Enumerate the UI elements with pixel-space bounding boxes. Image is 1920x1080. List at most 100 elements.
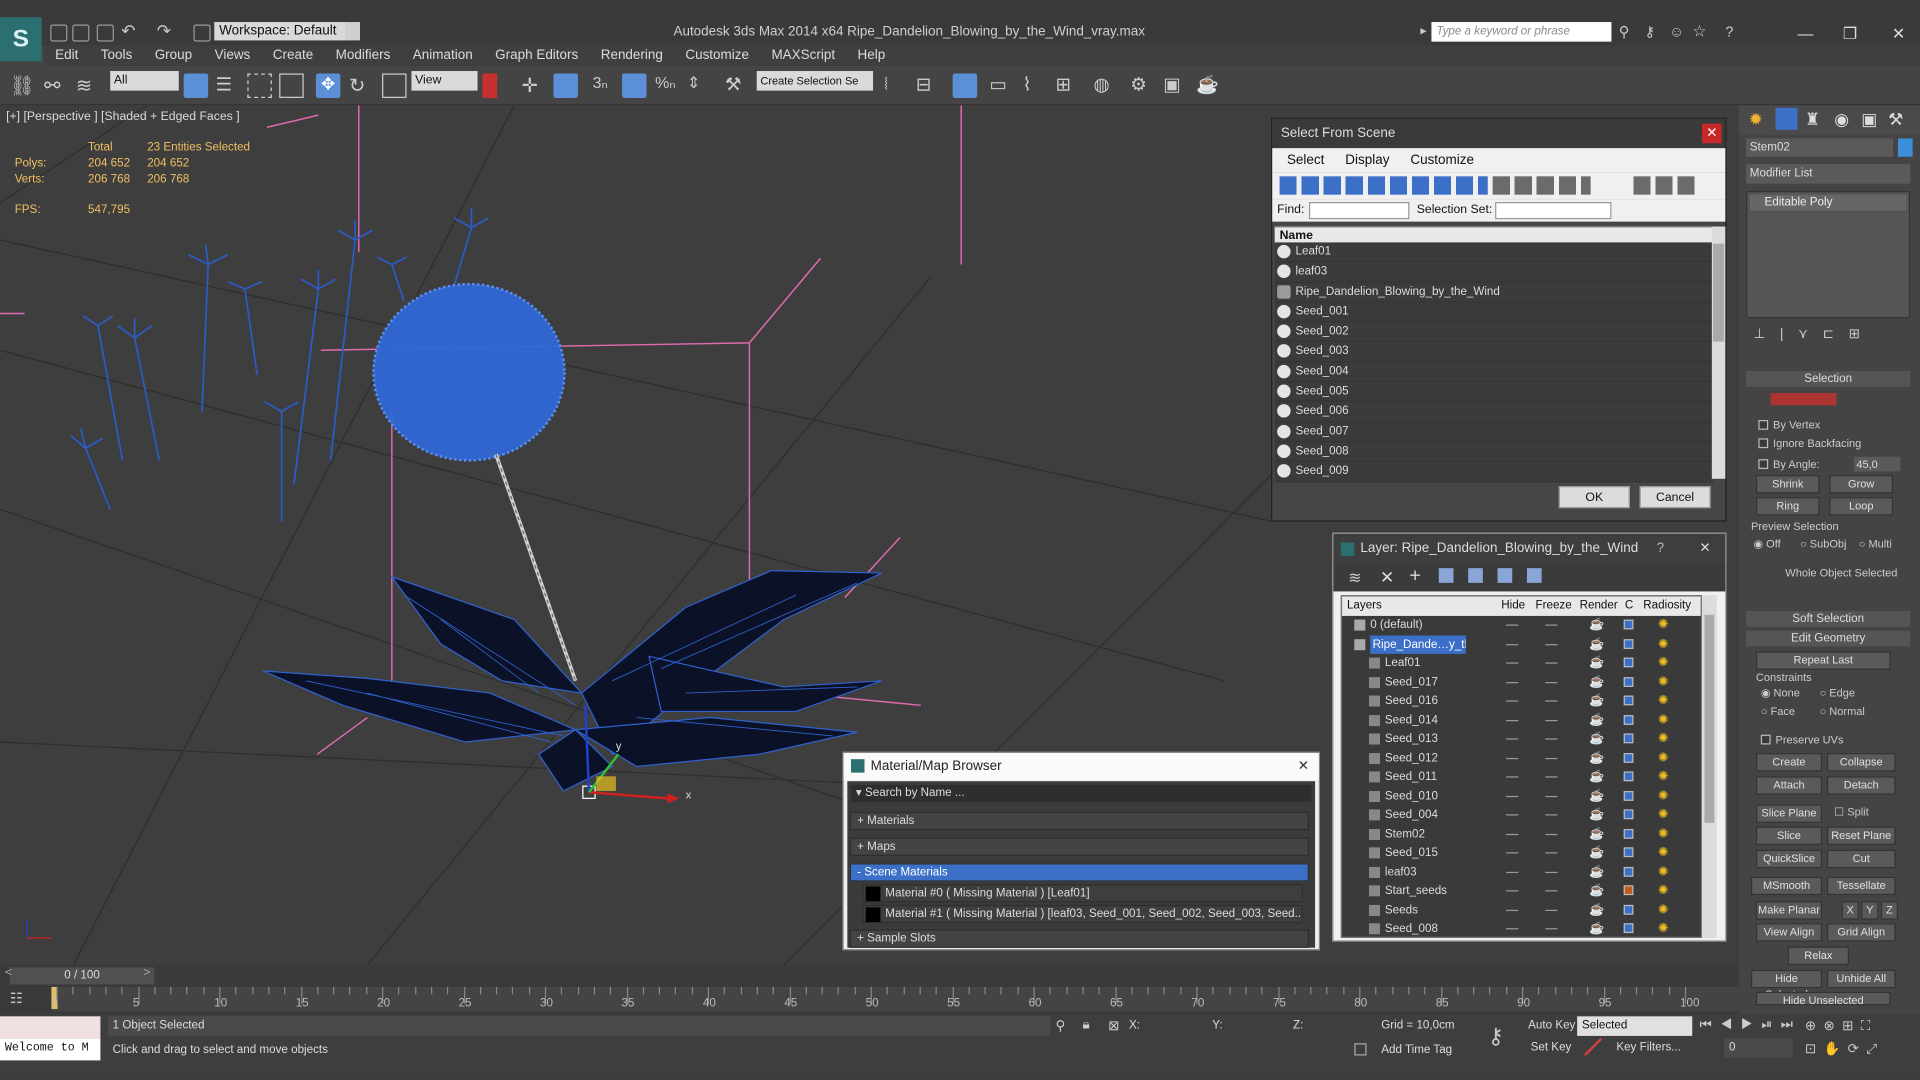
scene-object-row[interactable]: Seed_006: [1274, 402, 1714, 423]
layer-row[interactable]: Seed_004 ☕ ✺: [1342, 806, 1701, 825]
layer-color-swatch[interactable]: [1623, 619, 1634, 630]
subobject-level-icons[interactable]: [1770, 393, 1881, 406]
sfs-menu-select[interactable]: Select: [1287, 153, 1324, 168]
curve-editor-icon[interactable]: ⌇: [1022, 73, 1046, 97]
scene-object-row[interactable]: Seed_007: [1274, 422, 1714, 443]
restore-button[interactable]: ❐: [1843, 24, 1857, 44]
selection-lock-icon[interactable]: 🔒︎: [1082, 1018, 1089, 1034]
viewport-navigation-controls-2[interactable]: ⊡✋⟳⤢: [1805, 1041, 1885, 1058]
keyboard-shortcut-override-icon[interactable]: [553, 73, 578, 98]
render-teapot-icon[interactable]: ☕: [1589, 768, 1604, 786]
soft-selection-rollout-header[interactable]: Soft Selection: [1746, 611, 1911, 627]
render-teapot-icon[interactable]: ☕: [1589, 825, 1604, 843]
menu-tools[interactable]: Tools: [101, 45, 132, 66]
scene-object-row[interactable]: Seed_001: [1274, 302, 1714, 323]
render-teapot-icon[interactable]: ☕: [1589, 711, 1604, 729]
layer-toggle-dash[interactable]: [1545, 757, 1558, 759]
planar-y-button[interactable]: Y: [1861, 901, 1879, 920]
select-and-scale-icon[interactable]: [382, 73, 407, 98]
display-tab-icon[interactable]: ▣: [1861, 109, 1877, 130]
layer-toggle-dash[interactable]: [1506, 757, 1519, 759]
layer-toggle-dash[interactable]: [1545, 890, 1558, 892]
layer-color-swatch[interactable]: [1623, 638, 1634, 649]
redo-icon[interactable]: ↷: [157, 21, 171, 42]
time-tag-icon[interactable]: [1354, 1043, 1367, 1056]
menu-modifiers[interactable]: Modifiers: [336, 45, 391, 66]
color-column-header[interactable]: C: [1625, 596, 1633, 616]
binoculars-icon[interactable]: ⚲: [1619, 23, 1630, 40]
isolate-selection-icon[interactable]: ⚲: [1056, 1018, 1066, 1034]
hide-column-header[interactable]: Hide: [1501, 596, 1525, 616]
layer-toggle-dash[interactable]: [1545, 814, 1558, 816]
render-teapot-icon[interactable]: ☕: [1589, 654, 1604, 672]
layer-toggle-dash[interactable]: [1545, 776, 1558, 778]
motion-tab-icon[interactable]: ◉: [1834, 109, 1849, 130]
user-icon[interactable]: ☺: [1669, 23, 1684, 40]
msmooth-button[interactable]: MSmooth: [1751, 876, 1823, 896]
create-tab-icon[interactable]: ✹: [1749, 109, 1763, 130]
app-logo-icon[interactable]: S: [0, 17, 42, 62]
layer-row[interactable]: 0 (default) ☕ ✺: [1342, 616, 1701, 635]
layer-row[interactable]: Seed_011 ☕ ✺: [1342, 768, 1701, 787]
render-teapot-icon[interactable]: ☕: [1589, 673, 1604, 691]
layer-row[interactable]: Seed_010 ☕ ✺: [1342, 787, 1701, 806]
constraint-edge-radio[interactable]: ○ Edge: [1820, 687, 1855, 699]
view-align-button[interactable]: View Align: [1755, 923, 1823, 942]
slice-plane-button[interactable]: Slice Plane: [1755, 804, 1823, 823]
radiosity-sun-icon[interactable]: ✺: [1658, 844, 1668, 862]
layer-toggle-dash[interactable]: [1506, 719, 1519, 721]
group-maps[interactable]: + Maps: [849, 837, 1309, 856]
layer-row[interactable]: Leaf01 ☕ ✺: [1342, 654, 1701, 673]
render-teapot-icon[interactable]: ☕: [1589, 730, 1604, 748]
layer-toggle-dash[interactable]: [1506, 681, 1519, 683]
scene-object-row[interactable]: Seed_003: [1274, 342, 1714, 363]
radiosity-sun-icon[interactable]: ✺: [1658, 654, 1668, 672]
layer-color-swatch[interactable]: [1623, 866, 1634, 877]
key-icon[interactable]: ⚷: [1644, 23, 1655, 40]
highlight-layer-icon[interactable]: [1497, 568, 1513, 583]
menu-help[interactable]: Help: [858, 45, 886, 66]
layer-toggle-dash[interactable]: [1545, 852, 1558, 854]
search-arrow-icon[interactable]: ▸: [1420, 24, 1426, 37]
hide-unselected-button[interactable]: Hide Unselected: [1755, 991, 1891, 1006]
layer-toggle-dash[interactable]: [1545, 643, 1558, 645]
by-angle-spinner[interactable]: 45,0: [1853, 456, 1901, 472]
radiosity-sun-icon[interactable]: ✺: [1658, 787, 1668, 805]
favorites-star-icon[interactable]: ☆: [1692, 22, 1706, 42]
layer-color-swatch[interactable]: [1623, 923, 1634, 934]
set-key-button[interactable]: Set Key: [1526, 1038, 1580, 1058]
graphite-ribbon-icon[interactable]: ▭: [989, 73, 1013, 97]
sfs-menu-customize[interactable]: Customize: [1410, 153, 1474, 168]
render-teapot-icon[interactable]: ☕: [1589, 920, 1604, 937]
radiosity-sun-icon[interactable]: ✺: [1658, 730, 1668, 748]
hierarchy-tab-icon[interactable]: ♜: [1805, 109, 1820, 130]
render-teapot-icon[interactable]: ☕: [1589, 901, 1604, 919]
mirror-icon[interactable]: ⧙: [884, 73, 908, 97]
preserve-uvs-checkbox[interactable]: [1760, 734, 1771, 745]
edit-named-selection-icon[interactable]: ⚒: [725, 73, 749, 97]
hide-selected-button[interactable]: Hide Selected: [1751, 969, 1823, 1000]
layer-row[interactable]: Seed_017 ☕ ✺: [1342, 673, 1701, 692]
selection-rollout-header[interactable]: Selection: [1746, 371, 1911, 387]
key-filters-button[interactable]: Key Filters...: [1611, 1038, 1692, 1058]
layer-color-swatch[interactable]: [1623, 790, 1634, 801]
layer-help-icon[interactable]: ?: [1657, 534, 1665, 565]
cut-button[interactable]: Cut: [1826, 849, 1896, 869]
radiosity-sun-icon[interactable]: ✺: [1658, 806, 1668, 824]
layers-column-header[interactable]: Layers: [1347, 596, 1382, 616]
group-materials[interactable]: + Materials: [849, 811, 1309, 831]
link-icon[interactable]: ⛓: [10, 73, 35, 97]
spinner-snap-icon[interactable]: ⇕: [687, 73, 711, 97]
reset-plane-button[interactable]: Reset Plane: [1826, 826, 1896, 845]
scene-object-row[interactable]: Seed_002: [1274, 322, 1714, 343]
layer-toggle-dash[interactable]: [1545, 681, 1558, 683]
layer-scrollbar[interactable]: [1702, 595, 1717, 938]
key-mode-dropdown[interactable]: Selected: [1577, 1016, 1693, 1036]
layer-row[interactable]: Seed_008 ☕ ✺: [1342, 920, 1701, 937]
preview-off-radio[interactable]: ◉ Off: [1753, 538, 1780, 551]
percent-snap-icon[interactable]: %ₙ: [655, 73, 679, 97]
add-time-tag-button[interactable]: Add Time Tag: [1376, 1041, 1479, 1061]
render-teapot-icon[interactable]: ☕: [1589, 616, 1604, 634]
stack-item-editable-poly[interactable]: Editable Poly: [1749, 194, 1907, 211]
layer-row[interactable]: Stem02 ☕ ✺: [1342, 825, 1701, 844]
